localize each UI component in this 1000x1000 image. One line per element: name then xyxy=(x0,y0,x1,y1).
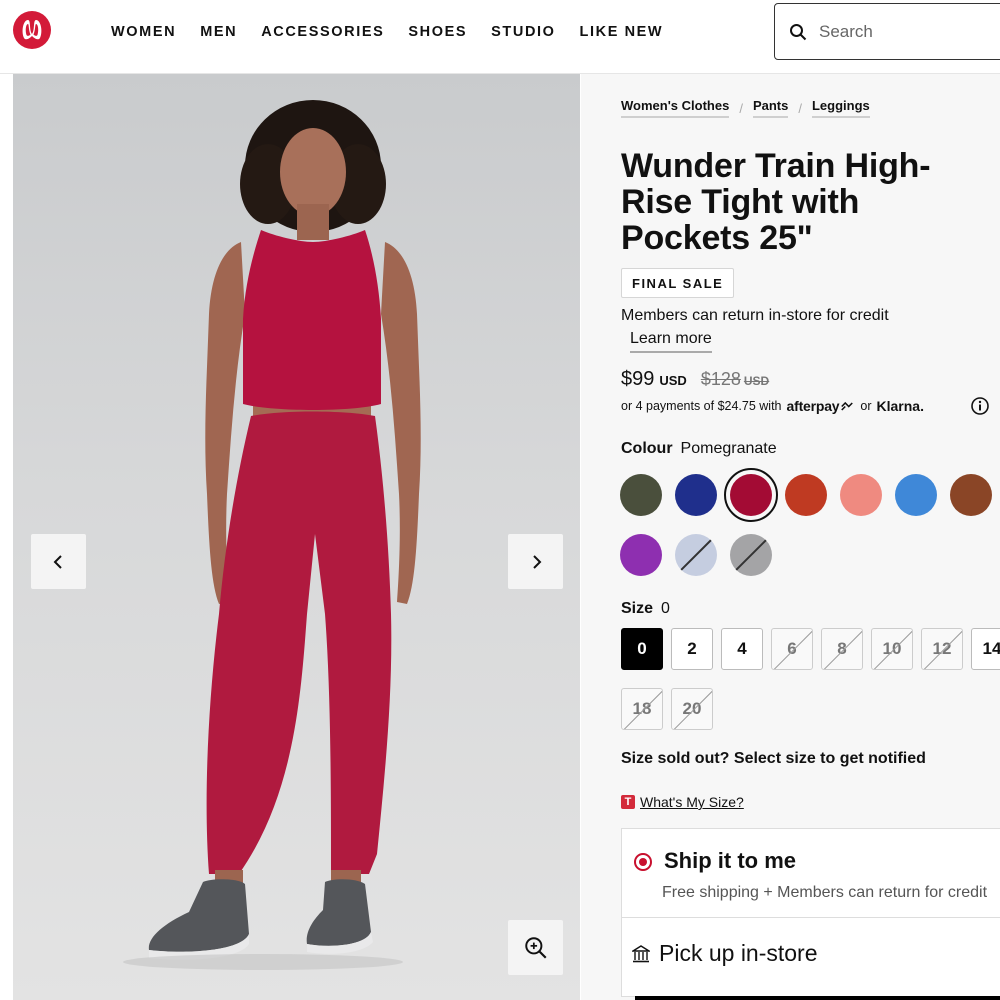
size-option-18[interactable]: 18 xyxy=(621,688,663,730)
unavailable-slash xyxy=(677,536,715,573)
previous-image-button[interactable] xyxy=(31,534,86,589)
final-sale-badge: FINAL SALE xyxy=(621,268,735,298)
pickup-title: Pick up in-store xyxy=(659,940,818,966)
zoom-in-icon xyxy=(524,936,547,959)
store-icon xyxy=(632,945,650,963)
ship-subtitle: Free shipping + Members can return for c… xyxy=(662,884,988,901)
size-option-20[interactable]: 20 xyxy=(671,688,713,730)
size-guide-badge-icon: T xyxy=(621,795,635,809)
ship-radio-selected[interactable] xyxy=(634,853,652,871)
sold-out-note: Size sold out? Select size to get notifi… xyxy=(621,750,926,767)
size-option-2[interactable]: 2 xyxy=(671,628,713,670)
zoom-button[interactable] xyxy=(508,920,563,975)
breadcrumb-separator: / xyxy=(798,100,802,116)
main-nav: WOMEN MEN ACCESSORIES SHOES STUDIO LIKE … xyxy=(111,24,687,40)
ship-it-to-me-option[interactable]: Ship it to me Free shipping + Members ca… xyxy=(621,828,1000,918)
search-icon xyxy=(790,23,807,40)
unavailable-slash xyxy=(732,536,770,573)
colour-heading: Colour xyxy=(621,440,673,457)
product-gallery xyxy=(13,74,580,1000)
colour-swatch[interactable] xyxy=(950,474,992,516)
size-label: Size 0 xyxy=(621,600,670,618)
nav-like-new[interactable]: LIKE NEW xyxy=(580,24,664,40)
nav-men[interactable]: MEN xyxy=(200,24,237,40)
colour-swatch[interactable] xyxy=(675,474,717,516)
original-price: $128 xyxy=(700,369,741,389)
breadcrumb-leggings[interactable]: Leggings xyxy=(811,98,870,118)
product-details: Women's Clothes / Pants / Leggings Wunde… xyxy=(581,74,1000,1000)
breadcrumb: Women's Clothes / Pants / Leggings xyxy=(621,98,870,118)
nav-shoes[interactable]: SHOES xyxy=(408,24,467,40)
afterpay-arrows-icon xyxy=(841,401,854,411)
nav-accessories[interactable]: ACCESSORIES xyxy=(261,24,384,40)
colour-swatch[interactable] xyxy=(620,474,662,516)
colour-swatch-selected[interactable] xyxy=(724,468,778,522)
size-option-0[interactable]: 0 xyxy=(621,628,663,670)
return-note: Members can return in-store for credit xyxy=(621,307,889,324)
afterpay-logo: afterpay xyxy=(786,398,840,414)
colour-swatch[interactable] xyxy=(785,474,827,516)
site-header: WOMEN MEN ACCESSORIES SHOES STUDIO LIKE … xyxy=(0,0,1000,74)
size-option-6[interactable]: 6 xyxy=(771,628,813,670)
search-input[interactable] xyxy=(819,21,969,42)
nav-women[interactable]: WOMEN xyxy=(111,24,176,40)
sale-price: $99 xyxy=(621,368,655,390)
product-title: Wunder Train High-Rise Tight with Pocket… xyxy=(621,147,931,257)
selected-size: 0 xyxy=(661,600,670,617)
info-icon[interactable] xyxy=(970,396,990,416)
whats-my-size-link[interactable]: What's My Size? xyxy=(640,794,744,810)
whats-my-size: T What's My Size? xyxy=(621,794,744,810)
search-box[interactable] xyxy=(774,3,1000,60)
size-option-12[interactable]: 12 xyxy=(921,628,963,670)
original-price-currency: USD xyxy=(743,374,770,388)
add-to-bag-button-edge[interactable] xyxy=(635,996,1000,1000)
colour-swatch[interactable] xyxy=(840,474,882,516)
size-heading: Size xyxy=(621,600,654,617)
colour-swatch[interactable] xyxy=(895,474,937,516)
installments-text: or 4 payments of $24.75 with xyxy=(621,399,782,413)
pick-up-in-store-option[interactable]: Pick up in-store xyxy=(621,917,1000,997)
selected-colour-name: Pomegranate xyxy=(680,440,777,457)
chevron-left-icon xyxy=(53,554,62,569)
size-option-14[interactable]: 14 xyxy=(971,628,1000,670)
installments-note: or 4 payments of $24.75 with afterpay or… xyxy=(621,398,924,414)
learn-more-link[interactable]: Learn more xyxy=(630,330,712,353)
breadcrumb-womens-clothes[interactable]: Women's Clothes xyxy=(621,98,730,118)
nav-studio[interactable]: STUDIO xyxy=(491,24,555,40)
colour-swatch-unavailable[interactable] xyxy=(730,534,772,576)
chevron-right-icon xyxy=(532,554,541,569)
klarna-logo: Klarna. xyxy=(876,398,924,414)
product-image xyxy=(123,100,421,970)
size-option-10[interactable]: 10 xyxy=(871,628,913,670)
colour-swatch[interactable] xyxy=(620,534,662,576)
colour-swatch-unavailable[interactable] xyxy=(675,534,717,576)
sale-price-currency: USD xyxy=(659,373,687,388)
breadcrumb-separator: / xyxy=(739,100,743,116)
breadcrumb-pants[interactable]: Pants xyxy=(752,98,789,118)
colour-label: Colour Pomegranate xyxy=(621,440,777,458)
installments-or: or xyxy=(860,399,872,413)
size-option-4[interactable]: 4 xyxy=(721,628,763,670)
lululemon-logo[interactable] xyxy=(12,10,52,50)
next-image-button[interactable] xyxy=(508,534,563,589)
price-row: $99 USD $128 USD xyxy=(621,368,769,391)
ship-title: Ship it to me xyxy=(664,848,796,873)
size-option-8[interactable]: 8 xyxy=(821,628,863,670)
